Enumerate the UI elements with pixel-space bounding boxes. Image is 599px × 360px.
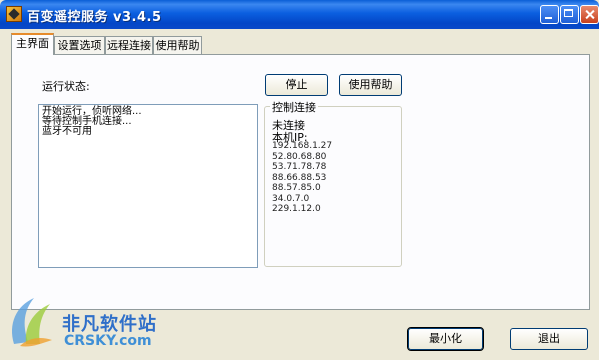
ip-address: 52.80.68.80 bbox=[272, 151, 327, 162]
status-log[interactable]: 开始运行，侦听网络... 等待控制手机连接... 蓝牙不可用 bbox=[38, 104, 258, 268]
close-window-button[interactable] bbox=[580, 5, 599, 24]
status-label: 运行状态: bbox=[42, 80, 90, 93]
ip-address: 192.168.1.27 bbox=[272, 141, 333, 151]
tab-main[interactable]: 主界面 bbox=[11, 33, 54, 55]
app-icon bbox=[6, 6, 22, 22]
ip-address: 88.66.88.53 bbox=[272, 172, 327, 183]
stop-button[interactable]: 停止 bbox=[265, 74, 328, 96]
watermark: 非凡软件站 CRSKY.com bbox=[0, 292, 180, 360]
watermark-site: CRSKY.com bbox=[64, 333, 152, 349]
tab-settings[interactable]: 设置选项 bbox=[54, 36, 105, 54]
tab-remote-connection[interactable]: 远程连接 bbox=[105, 36, 153, 54]
control-connection-title: 控制连接 bbox=[270, 99, 318, 115]
exit-button[interactable]: 退出 bbox=[510, 328, 588, 350]
minimize-window-button[interactable] bbox=[540, 5, 559, 24]
window-title: 百变遥控服务 v3.4.5 bbox=[27, 10, 162, 25]
ip-address: 229.1.12.0 bbox=[272, 204, 321, 214]
log-line: 蓝牙不可用 bbox=[42, 126, 92, 137]
help-button[interactable]: 使用帮助 bbox=[339, 74, 402, 96]
maximize-window-button[interactable] bbox=[560, 5, 579, 24]
ip-address: 53.71.78.78 bbox=[272, 162, 327, 172]
minimize-button[interactable]: 最小化 bbox=[407, 327, 484, 351]
ip-address: 34.0.7.0 bbox=[272, 193, 310, 204]
crsky-logo-icon bbox=[12, 298, 52, 347]
title-bar[interactable]: 百变遥控服务 v3.4.5 bbox=[0, 0, 599, 29]
ip-list: 192.168.1.27 52.80.68.80 53.71.78.78 88.… bbox=[272, 141, 332, 215]
ip-address: 88.57.85.0 bbox=[272, 183, 321, 193]
app-window: 百变遥控服务 v3.4.5 主界面 设置选项 远程连接 使用帮助 运行状态: 开… bbox=[0, 0, 599, 360]
tab-help[interactable]: 使用帮助 bbox=[153, 36, 202, 54]
